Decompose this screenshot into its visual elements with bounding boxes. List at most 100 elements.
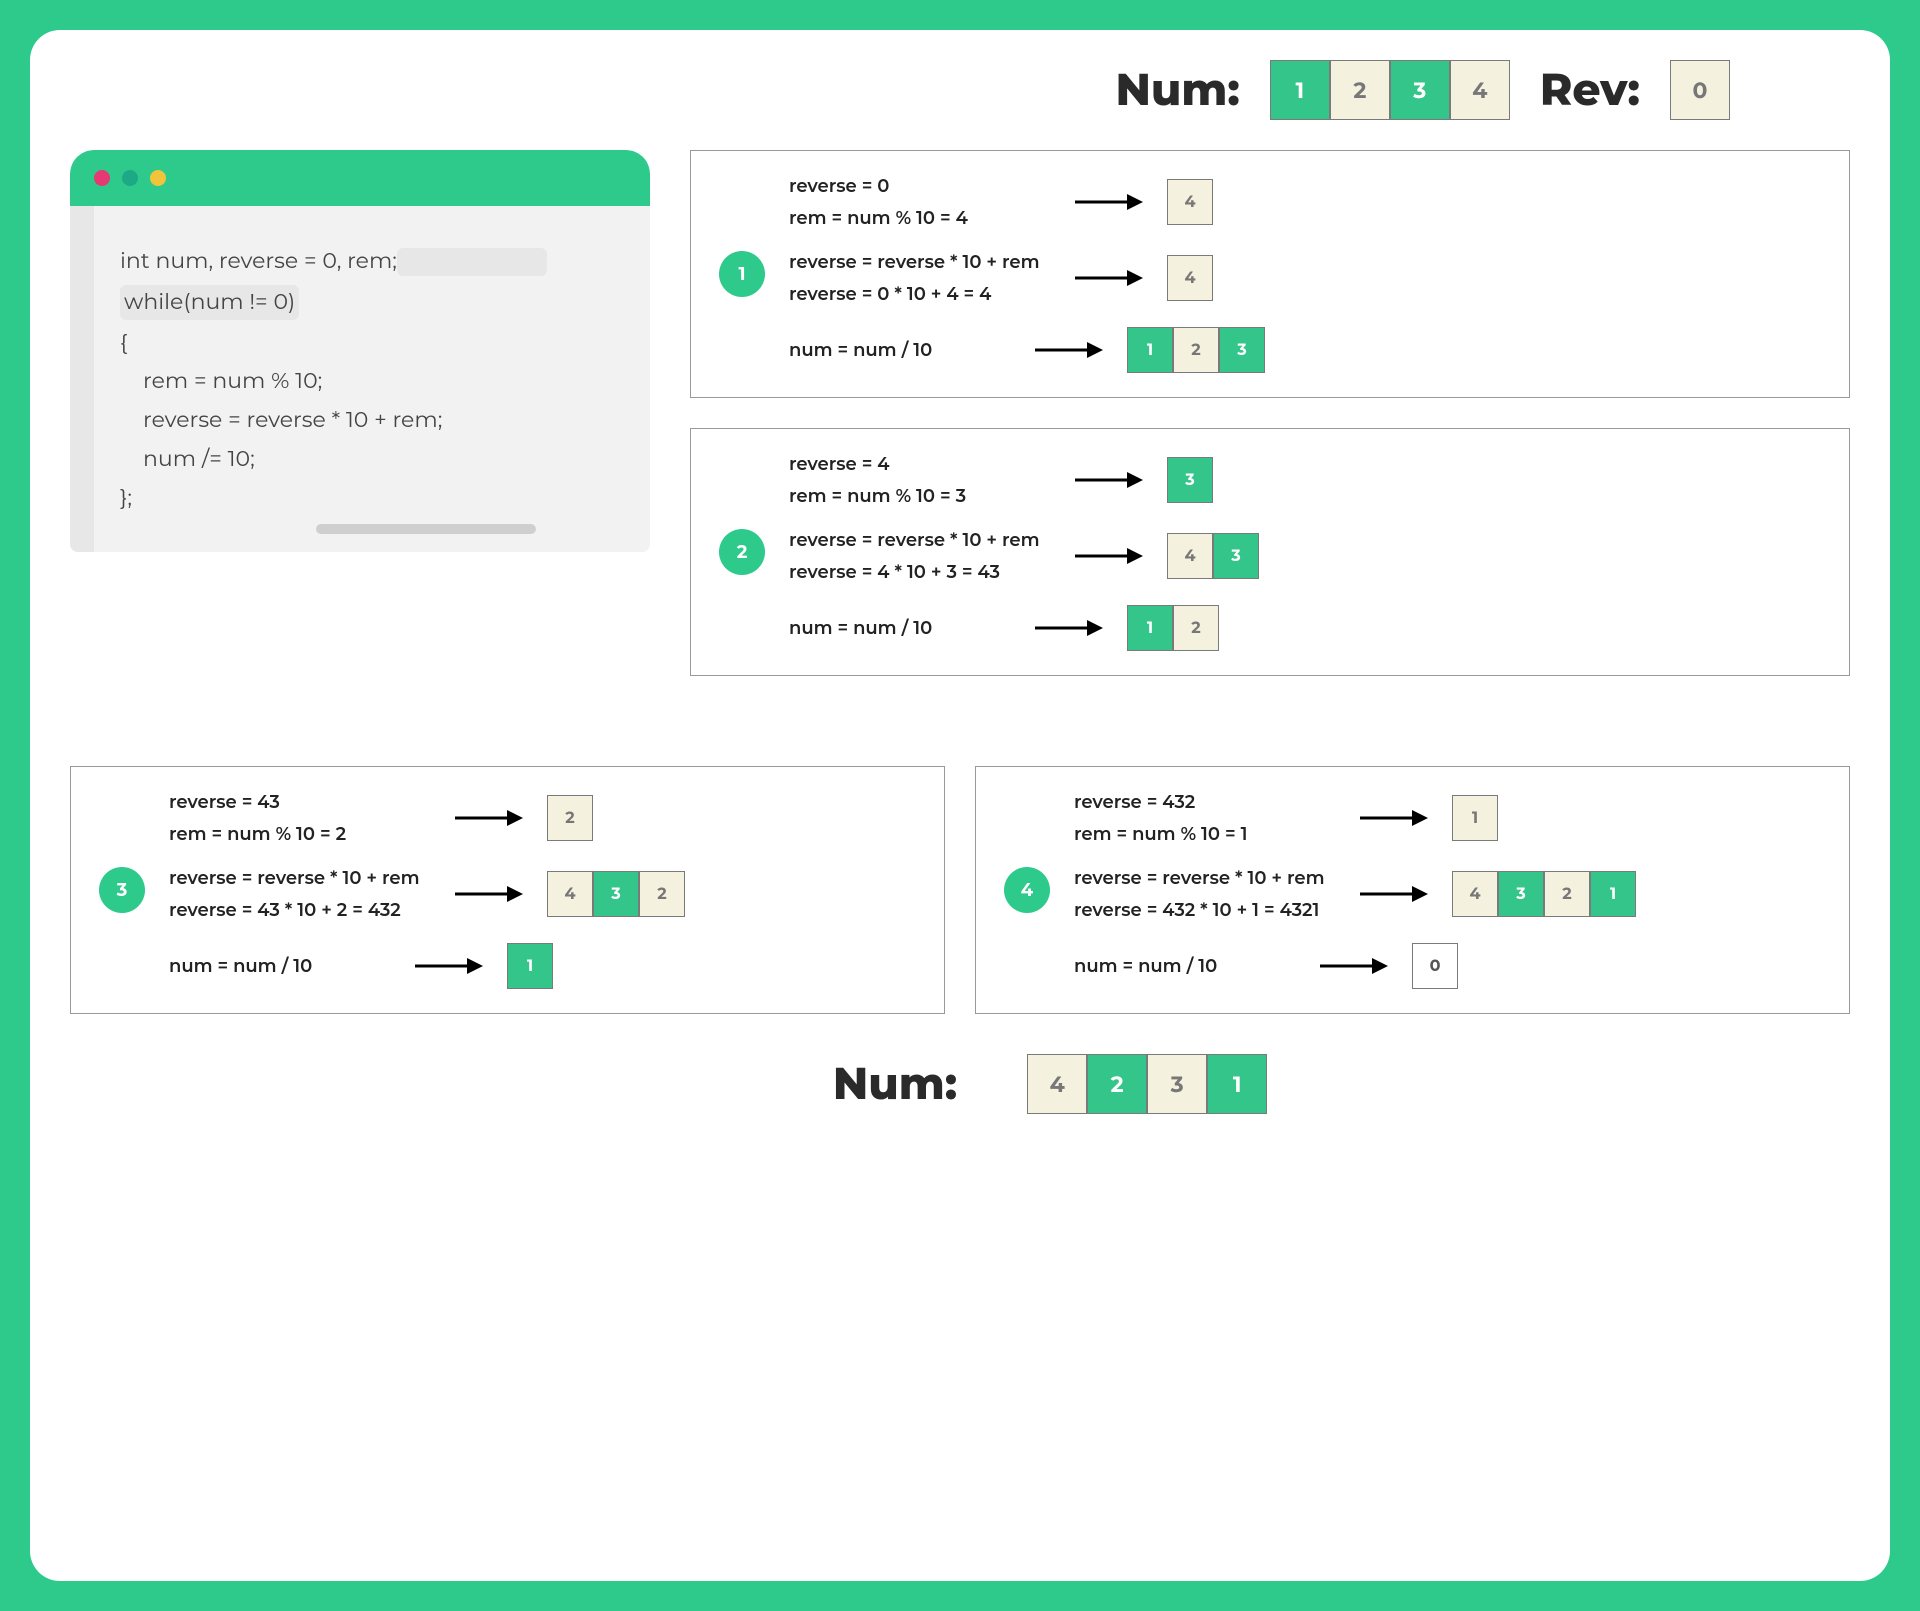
code-line: num /= 10;: [120, 444, 610, 475]
digit-cell: 0: [1412, 943, 1458, 989]
arrow-right-icon: [1358, 808, 1428, 828]
digit-cell: 4: [1167, 179, 1213, 225]
code-line: int num, reverse = 0, rem;: [120, 247, 397, 274]
arrow-right-icon: [1073, 268, 1143, 288]
step-text: reverse = reverse * 10 + rem: [789, 251, 1049, 273]
rem-digits: 2: [547, 795, 593, 841]
digit-cell: 1: [1590, 871, 1636, 917]
code-line: while(num != 0): [120, 285, 299, 320]
code-content: int num, reverse = 0, rem; while(num != …: [120, 246, 610, 514]
window-close-icon: [94, 170, 110, 186]
arrow-right-icon: [1358, 884, 1428, 904]
digit-cell: 2: [547, 795, 593, 841]
step-text: reverse = 43: [169, 791, 429, 813]
step-card-2: 2 reverse = 4 rem = num % 10 = 3 3 reverse =…: [690, 428, 1850, 676]
step-text: reverse = reverse * 10 + rem: [789, 529, 1049, 551]
window-maximize-icon: [150, 170, 166, 186]
step-text: reverse = 43 * 10 + 2 = 432: [169, 899, 429, 921]
digit-cell: 2: [1544, 871, 1590, 917]
window-minimize-icon: [122, 170, 138, 186]
digit-cell: 3: [1498, 871, 1544, 917]
step-card-3: 3 reverse = 43 rem = num % 10 = 2 2 reverse …: [70, 766, 945, 1014]
num-label: Num:: [1115, 63, 1239, 117]
digit-cell: 4: [1450, 60, 1510, 120]
step-text: rem = num % 10 = 4: [789, 207, 1049, 229]
step-badge: 1: [719, 251, 765, 297]
scrollbar-horizontal: [316, 524, 536, 534]
reverse-digits: 4: [1167, 255, 1213, 301]
step-text: rem = num % 10 = 1: [1074, 823, 1334, 845]
arrow-right-icon: [1033, 340, 1103, 360]
num-result-digits: 1: [507, 943, 553, 989]
num-result-digits: 12: [1127, 605, 1219, 651]
num-digits: 1234: [1270, 60, 1510, 120]
digit-cell: 3: [1219, 327, 1265, 373]
arrow-right-icon: [1073, 470, 1143, 490]
rev-digits: 0: [1670, 60, 1730, 120]
footer-num-label: Num:: [833, 1057, 957, 1111]
digit-cell: 4: [1167, 533, 1213, 579]
arrow-right-icon: [453, 808, 523, 828]
code-line: rem = num % 10;: [120, 366, 610, 397]
footer-digits: 4231: [1027, 1054, 1267, 1114]
digit-cell: 4: [1167, 255, 1213, 301]
step-badge: 2: [719, 529, 765, 575]
digit-cell: 1: [1207, 1054, 1267, 1114]
digit-cell: 3: [1390, 60, 1450, 120]
step-text: num = num / 10: [789, 617, 1009, 639]
digit-cell: 1: [1127, 605, 1173, 651]
window-titlebar: [70, 150, 650, 206]
step-badge: 4: [1004, 867, 1050, 913]
code-gutter: [70, 206, 94, 552]
arrow-right-icon: [1318, 956, 1388, 976]
step-text: rem = num % 10 = 2: [169, 823, 429, 845]
reverse-digits: 43: [1167, 533, 1259, 579]
code-line: {: [120, 328, 610, 359]
arrow-right-icon: [1073, 192, 1143, 212]
step-text: rem = num % 10 = 3: [789, 485, 1049, 507]
digit-cell: 1: [1452, 795, 1498, 841]
rem-digits: 4: [1167, 179, 1213, 225]
code-line: reverse = reverse * 10 + rem;: [120, 405, 610, 436]
step-text: num = num / 10: [789, 339, 1009, 361]
header-row: Num: 1234 Rev: 0: [70, 60, 1850, 120]
digit-cell: 2: [639, 871, 685, 917]
step-card-4: 4 reverse = 432 rem = num % 10 = 1 1 reverse…: [975, 766, 1850, 1014]
step-text: reverse = reverse * 10 + rem: [1074, 867, 1334, 889]
digit-cell: 3: [1147, 1054, 1207, 1114]
digit-cell: 2: [1173, 327, 1219, 373]
diagram-canvas: Num: 1234 Rev: 0 int num, reverse = 0, r…: [30, 30, 1890, 1581]
step-text: num = num / 10: [169, 955, 389, 977]
rev-label: Rev:: [1540, 63, 1640, 117]
digit-cell: 0: [1670, 60, 1730, 120]
digit-cell: 1: [1270, 60, 1330, 120]
step-text: reverse = 0: [789, 175, 1049, 197]
arrow-right-icon: [413, 956, 483, 976]
footer-row: Num: 4231: [70, 1054, 1850, 1114]
step-text: reverse = 0 * 10 + 4 = 4: [789, 283, 1049, 305]
digit-cell: 1: [507, 943, 553, 989]
step-text: reverse = 4: [789, 453, 1049, 475]
reverse-digits: 432: [547, 871, 685, 917]
num-result-digits: 123: [1127, 327, 1265, 373]
step-card-1: 1 reverse = 0 rem = num % 10 = 4 4 reverse =…: [690, 150, 1850, 398]
digit-cell: 1: [1127, 327, 1173, 373]
digit-cell: 2: [1087, 1054, 1147, 1114]
digit-cell: 4: [1027, 1054, 1087, 1114]
code-window: int num, reverse = 0, rem; while(num != …: [70, 150, 650, 552]
rem-digits: 3: [1167, 457, 1213, 503]
rem-digits: 1: [1452, 795, 1498, 841]
arrow-right-icon: [1073, 546, 1143, 566]
code-line: };: [120, 483, 610, 514]
digit-cell: 4: [547, 871, 593, 917]
arrow-right-icon: [453, 884, 523, 904]
digit-cell: 3: [593, 871, 639, 917]
digit-cell: 4: [1452, 871, 1498, 917]
step-text: reverse = 4 * 10 + 3 = 43: [789, 561, 1049, 583]
step-text: reverse = reverse * 10 + rem: [169, 867, 429, 889]
digit-cell: 2: [1173, 605, 1219, 651]
arrow-right-icon: [1033, 618, 1103, 638]
digit-cell: 3: [1213, 533, 1259, 579]
step-badge: 3: [99, 867, 145, 913]
step-text: reverse = 432: [1074, 791, 1334, 813]
